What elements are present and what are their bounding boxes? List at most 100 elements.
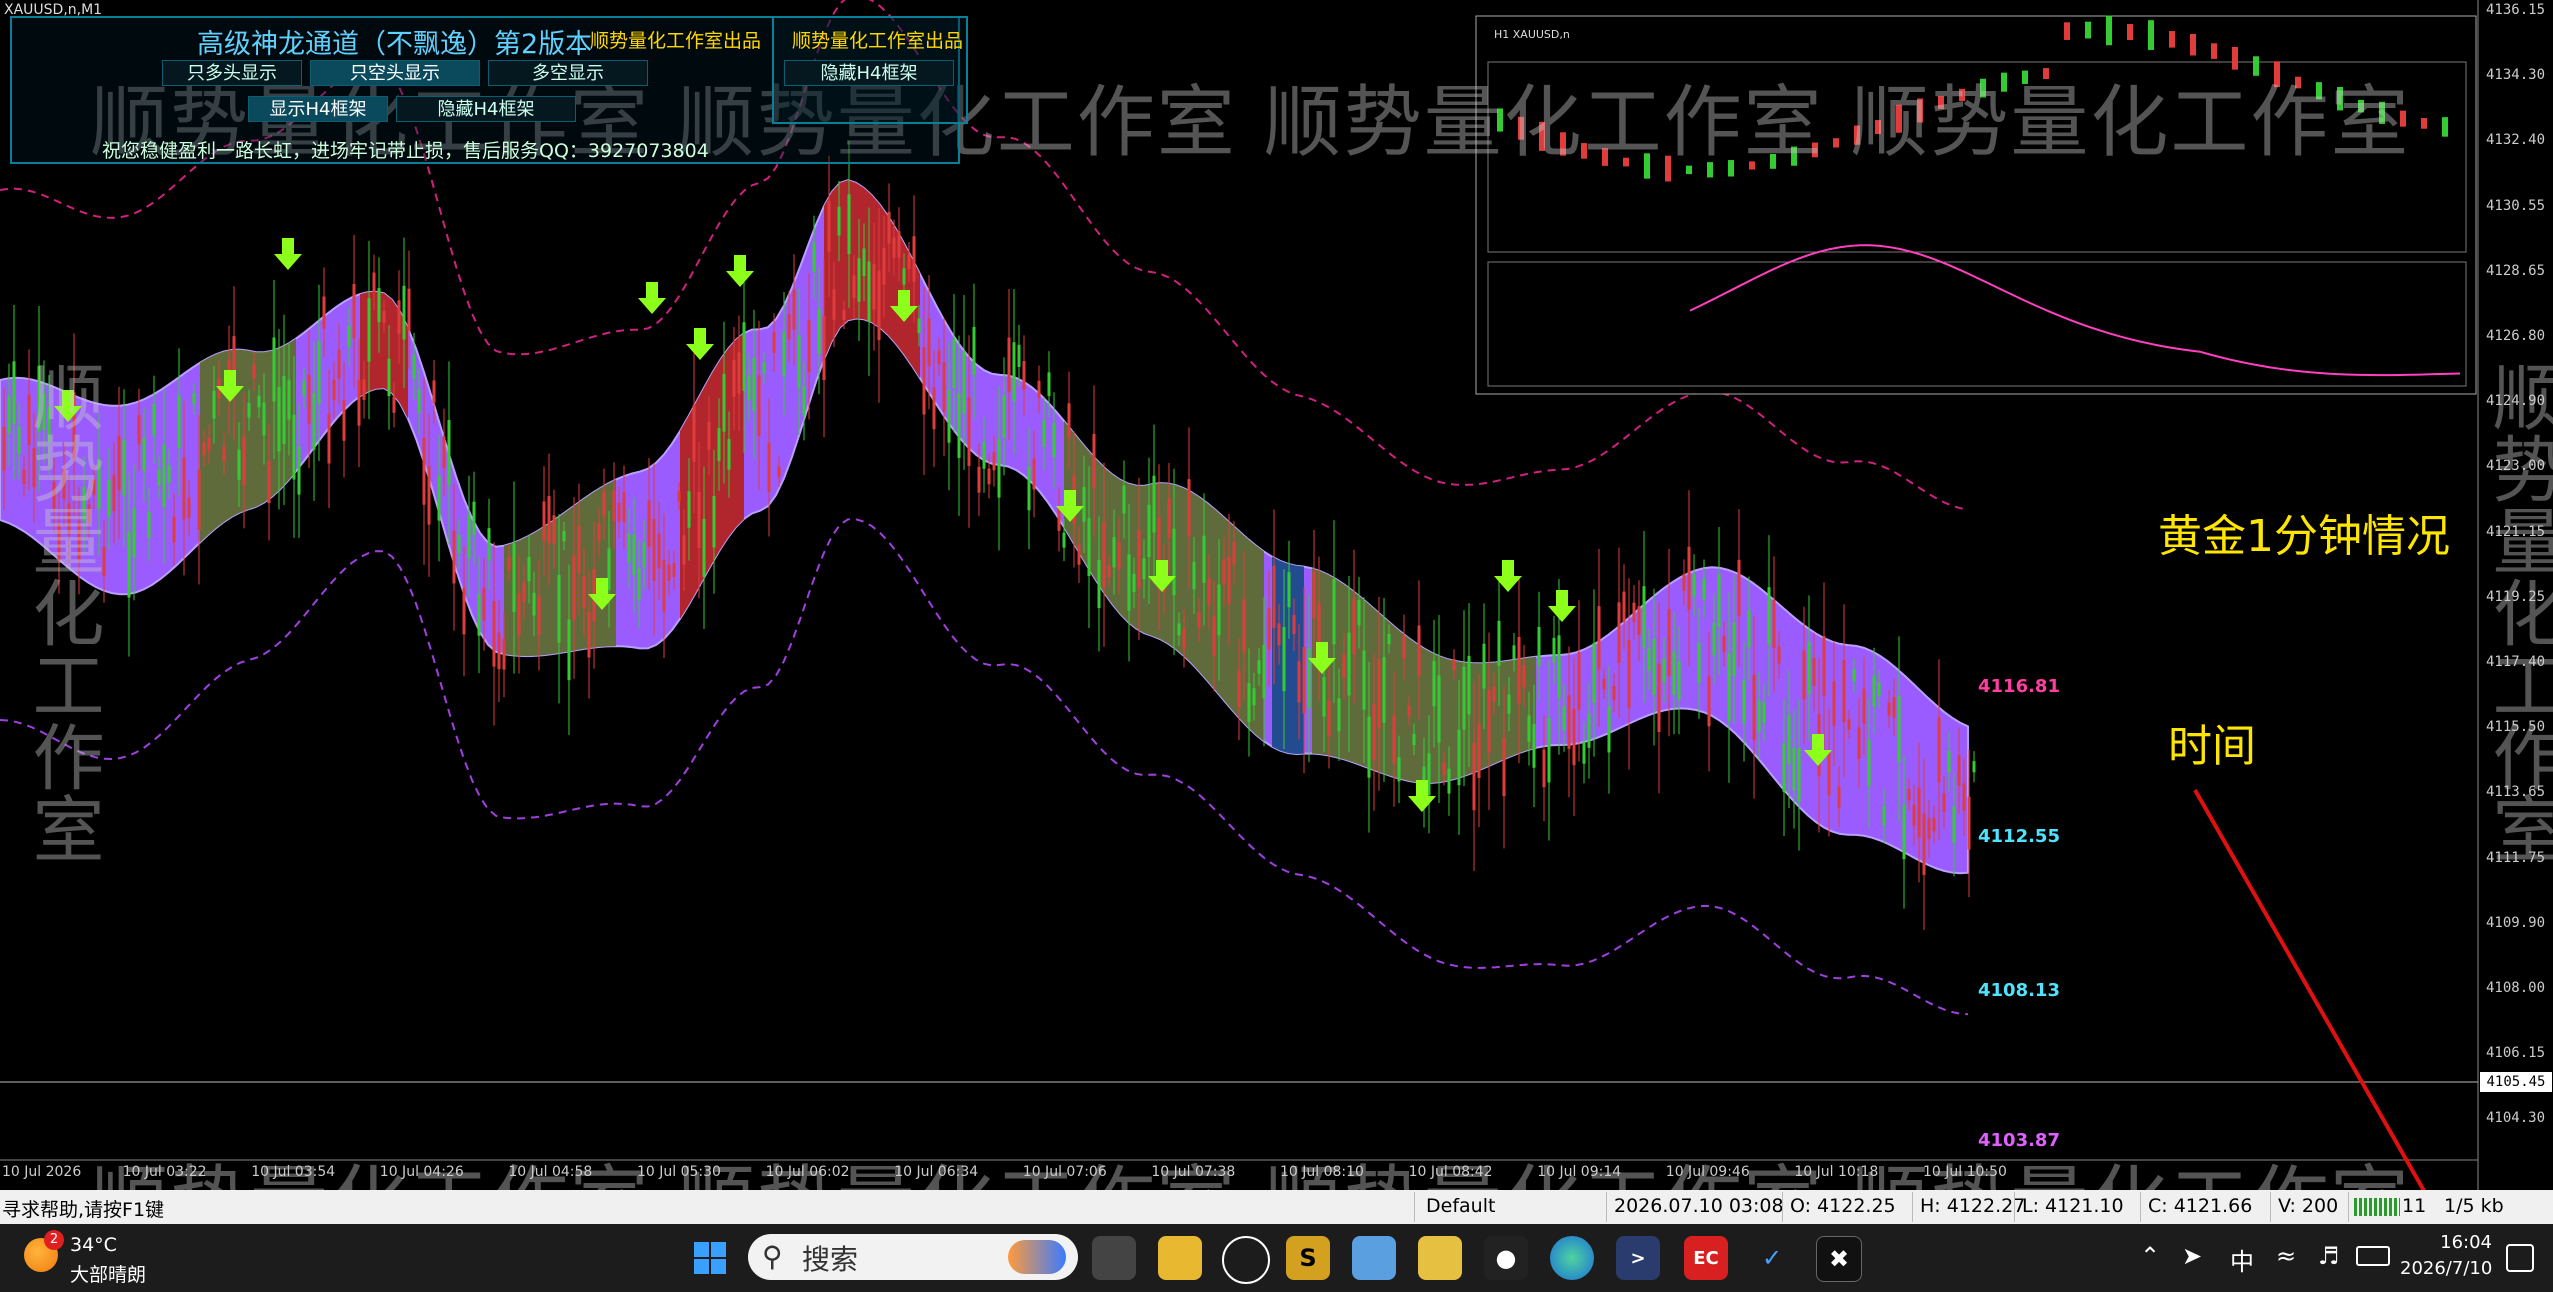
image-viewer-icon[interactable] <box>1418 1236 1462 1280</box>
search-icon: ⚲ <box>762 1240 783 1273</box>
qq-icon[interactable]: ● <box>1484 1236 1528 1280</box>
candle-body <box>822 316 826 381</box>
candle-body <box>907 254 911 269</box>
taskbar-search[interactable]: ⚲ 搜索 <box>748 1234 1078 1280</box>
price-tick: 4121.15 <box>2486 523 2546 540</box>
candle-body <box>1387 633 1391 645</box>
notification-icon[interactable] <box>2506 1244 2534 1272</box>
candle-body <box>502 638 506 670</box>
candle-body <box>1267 608 1271 650</box>
tray-send-icon[interactable]: ➤ <box>2182 1242 2202 1270</box>
ime-language[interactable]: 中 <box>2230 1242 2254 1277</box>
hide-h4-button[interactable]: 隐藏H4框架 <box>396 96 576 122</box>
battery-icon[interactable] <box>2356 1246 2390 1266</box>
candle-body <box>1122 485 1126 514</box>
candle-body <box>1642 586 1646 648</box>
candle-body <box>187 497 191 518</box>
time-tick: 10 Jul 10:50 <box>1923 1164 2007 1180</box>
price-chart[interactable] <box>0 0 2553 1292</box>
candle-body <box>987 468 991 485</box>
notepad-icon[interactable] <box>1352 1236 1396 1280</box>
mini-candle <box>2211 43 2217 59</box>
candle-body <box>1182 628 1186 649</box>
hide-h4-top-button[interactable]: 隐藏H4框架 <box>784 60 954 86</box>
panel2-credit: 顺势量化工作室出品 <box>792 30 964 52</box>
candle-body <box>1797 747 1801 802</box>
long-short-button[interactable]: 多空显示 <box>488 60 648 86</box>
only-long-button[interactable]: 只多头显示 <box>162 60 302 86</box>
candle-body <box>357 379 361 426</box>
candle-body <box>1117 541 1121 570</box>
candle-body <box>1682 574 1686 591</box>
candle-body <box>267 461 271 504</box>
powershell-icon[interactable]: > <box>1616 1236 1660 1280</box>
file-explorer-icon[interactable] <box>1158 1236 1202 1280</box>
time-tick: 10 Jul 06:02 <box>765 1164 850 1180</box>
candle-body <box>1432 660 1436 707</box>
candle-body <box>777 466 781 478</box>
candle-body <box>917 318 921 334</box>
candle-body <box>1787 714 1791 764</box>
candle-body <box>732 359 736 397</box>
candle-body <box>1837 786 1841 808</box>
price-tick: 4130.55 <box>2486 197 2546 214</box>
status-close: C: 4121.66 <box>2148 1195 2253 1217</box>
candle-body <box>1547 717 1551 783</box>
volume-icon[interactable]: ♬ <box>2318 1242 2340 1270</box>
candle-body <box>537 595 541 636</box>
candle-body <box>1172 528 1176 596</box>
pen-app-icon[interactable]: ✓ <box>1750 1236 1794 1280</box>
clock-date[interactable]: 2026/7/10 <box>2400 1258 2492 1279</box>
candle-body <box>552 515 556 544</box>
show-h4-button[interactable]: 显示H4框架 <box>248 96 388 122</box>
candle-body <box>1082 487 1086 522</box>
candle-body <box>1727 653 1731 722</box>
candle-body <box>952 338 956 388</box>
candle-body <box>557 574 561 643</box>
chatgpt-icon[interactable] <box>1222 1236 1270 1284</box>
start-button[interactable] <box>688 1236 732 1280</box>
candle-body <box>742 322 746 391</box>
candle-body <box>1512 645 1516 660</box>
ec-app-icon[interactable]: EC <box>1684 1236 1728 1280</box>
candle-body <box>1212 616 1216 656</box>
candle-body <box>1017 344 1021 367</box>
notes-app-icon[interactable]: S <box>1286 1236 1330 1280</box>
edge-icon[interactable] <box>1550 1236 1594 1280</box>
taskbar: 2 34°C 大部晴朗 ⚲ 搜索 S ● > EC ✓ ✖ ⌃ ➤ 中 ≈ ♬ … <box>0 1224 2553 1292</box>
mini-candle <box>2421 118 2427 129</box>
candle-body <box>622 492 626 522</box>
candle-body <box>432 380 436 404</box>
candle-body <box>962 351 966 414</box>
candle-body <box>1702 578 1706 600</box>
candle-body <box>1802 650 1806 700</box>
candle-body <box>807 320 811 373</box>
candle-body <box>1477 723 1481 779</box>
status-profile[interactable]: Default <box>1426 1195 1495 1217</box>
wifi-icon[interactable]: ≈ <box>2276 1242 2296 1270</box>
candle-body <box>642 542 646 568</box>
candle-body <box>487 528 491 561</box>
candle-body <box>562 530 566 542</box>
clock-time[interactable]: 16:04 <box>2420 1232 2492 1253</box>
candle-body <box>647 500 651 548</box>
candle-body <box>982 441 986 469</box>
only-short-button[interactable]: 只空头显示 <box>310 60 480 86</box>
tray-chevron-icon[interactable]: ⌃ <box>2140 1242 2160 1270</box>
candle-body <box>1357 599 1361 626</box>
candle-body <box>1827 749 1831 796</box>
candle-body <box>1467 655 1471 715</box>
candle-body <box>727 439 731 470</box>
candle-body <box>1077 544 1081 565</box>
candle-body <box>492 601 496 667</box>
task-view-icon[interactable] <box>1092 1236 1136 1280</box>
candle-body <box>437 475 441 521</box>
capcut-icon[interactable]: ✖ <box>1816 1236 1862 1282</box>
candle-body <box>247 403 251 418</box>
candle-body <box>1237 670 1241 708</box>
mini-candle <box>2064 22 2070 40</box>
candle-body <box>262 402 266 436</box>
candle-body <box>867 261 871 322</box>
candle-body <box>782 331 786 376</box>
candle-body <box>327 413 331 464</box>
